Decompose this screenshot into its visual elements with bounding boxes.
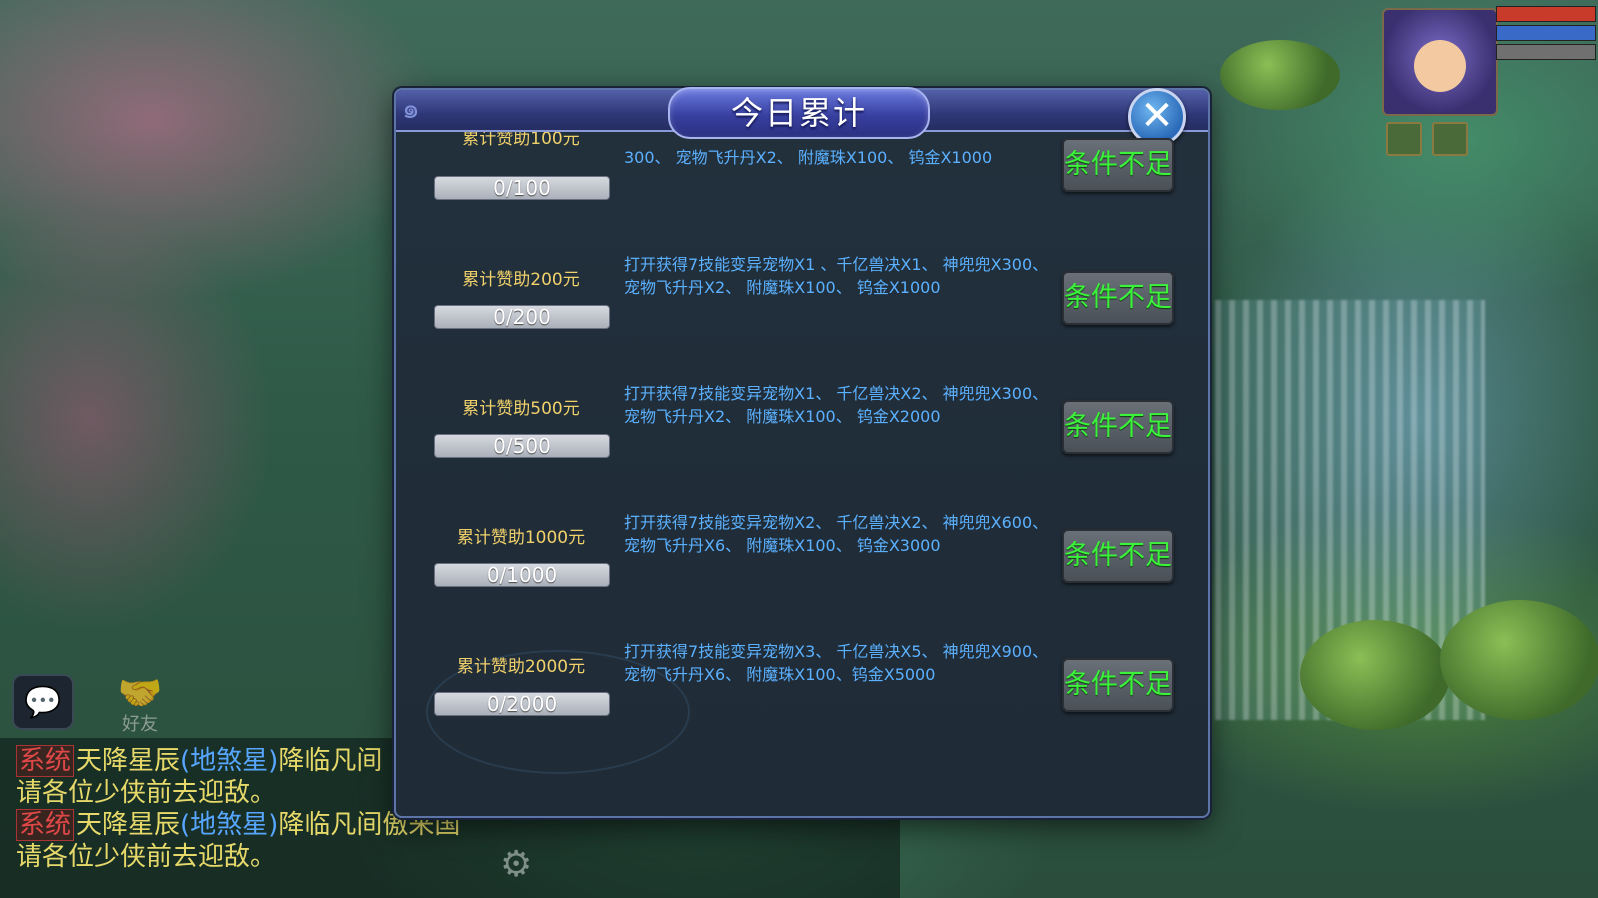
hp-bar — [1496, 6, 1596, 22]
progress-bar: 0/200 — [434, 305, 610, 329]
chat-bubble-icon[interactable]: 💬 — [12, 674, 74, 730]
goal-label: 累计赞助1000元 — [456, 528, 586, 548]
claim-button-label: 条件不足 — [1064, 149, 1172, 180]
exp-bar — [1496, 44, 1596, 60]
reward-list[interactable]: 累计赞助100元 0/100 300、 宠物飞升丹X2、 附魔珠X100、 钨金… — [398, 132, 1206, 800]
rock — [1220, 40, 1340, 110]
friend-label: 好友 — [122, 714, 158, 735]
buff-icon[interactable] — [1432, 122, 1468, 156]
panel-titlebar: ๑ 今日累计 — [396, 87, 1208, 139]
rock — [1300, 620, 1450, 730]
panel-title: 今日累计 — [730, 94, 867, 132]
claim-button[interactable]: 条件不足 — [1062, 271, 1174, 325]
goal-label: 累计赞助500元 — [462, 399, 580, 419]
progress-bar: 0/1000 — [434, 563, 610, 587]
player-portrait[interactable] — [1382, 8, 1498, 116]
gear-icon[interactable]: ⚙ — [500, 845, 540, 885]
goal-label: 累计赞助200元 — [462, 270, 580, 290]
chat-line: 请各位少侠前去迎敌。 — [16, 842, 277, 872]
mp-bar — [1496, 25, 1596, 41]
claim-button-label: 条件不足 — [1064, 411, 1172, 442]
reward-row: 累计赞助1000元 0/1000 打开获得7技能变异宠物X2、 千亿兽决X2、 … — [398, 513, 1206, 646]
reward-row: 累计赞助2000元 0/2000 打开获得7技能变异宠物X3、 千亿兽决X5、 … — [398, 642, 1206, 775]
progress-text: 0/100 — [493, 176, 551, 200]
claim-button[interactable]: 条件不足 — [1062, 658, 1174, 712]
progress-bar: 0/100 — [434, 176, 610, 200]
reward-text: 打开获得7技能变异宠物X1 、千亿兽决X1、 神兜兜X300、 宠物飞升丹X2、… — [624, 255, 1049, 297]
progress-text: 0/500 — [493, 434, 551, 458]
claim-button-label: 条件不足 — [1064, 540, 1172, 571]
handshake-icon: 🤝 — [117, 673, 163, 714]
buff-icon[interactable] — [1386, 122, 1422, 156]
goal-label: 累计赞助2000元 — [456, 657, 586, 677]
cloud-swirl-icon: ๑ — [402, 92, 420, 125]
progress-bar: 0/2000 — [434, 692, 610, 716]
progress-text: 0/2000 — [486, 692, 558, 716]
reward-text: 打开获得7技能变异宠物X1、 千亿兽决X2、 神兜兜X300、 宠物飞升丹X2、… — [624, 384, 1049, 426]
daily-cumulative-panel: ๑ 今日累计 ✕ 累计赞助100元 0/100 300、 宠物飞升丹X2、 附魔… — [394, 87, 1210, 818]
progress-bar: 0/500 — [434, 434, 610, 458]
goal-label: 累计赞助100元 — [462, 132, 580, 149]
reward-text: 300、 宠物飞升丹X2、 附魔珠X100、 钨金X1000 — [624, 148, 993, 167]
avatar — [1414, 40, 1466, 92]
status-bars — [1496, 6, 1596, 63]
reward-row: 累计赞助100元 0/100 300、 宠物飞升丹X2、 附魔珠X100、 钨金… — [398, 132, 1206, 257]
progress-text: 0/1000 — [486, 563, 558, 587]
reward-text: 打开获得7技能变异宠物X3、 千亿兽决X5、 神兜兜X900、 宠物飞升丹X6、… — [624, 642, 1049, 684]
claim-button[interactable]: 条件不足 — [1062, 529, 1174, 583]
rock — [1440, 600, 1598, 720]
reward-row: 累计赞助200元 0/200 打开获得7技能变异宠物X1 、千亿兽决X1、 神兜… — [398, 255, 1206, 388]
progress-text: 0/200 — [493, 305, 551, 329]
claim-button-label: 条件不足 — [1064, 669, 1172, 700]
reward-row: 累计赞助500元 0/500 打开获得7技能变异宠物X1、 千亿兽决X2、 神兜… — [398, 384, 1206, 517]
friend-button[interactable]: 🤝 好友 — [110, 672, 170, 735]
claim-button[interactable]: 条件不足 — [1062, 400, 1174, 454]
claim-button[interactable]: 条件不足 — [1062, 138, 1174, 192]
reward-text: 打开获得7技能变异宠物X2、 千亿兽决X2、 神兜兜X600、 宠物飞升丹X6、… — [624, 513, 1049, 555]
claim-button-label: 条件不足 — [1064, 282, 1172, 313]
